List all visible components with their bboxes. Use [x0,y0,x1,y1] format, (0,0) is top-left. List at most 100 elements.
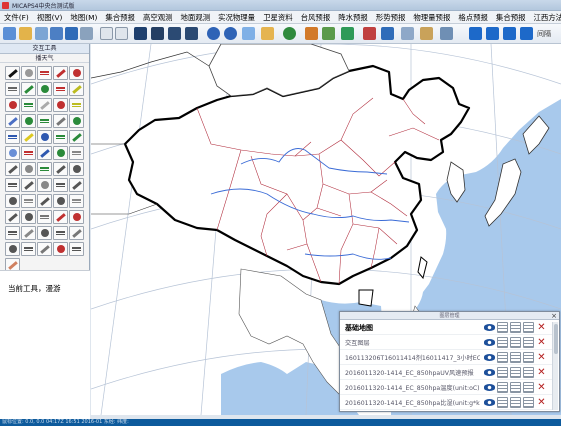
close-icon[interactable]: × [551,312,557,320]
tool-rect2-icon[interactable] [115,27,128,40]
draw-tool-27-icon[interactable] [21,146,36,160]
draw-tool-59-icon[interactable] [53,242,68,256]
menu-typhoon[interactable]: 台风预报 [297,11,335,23]
layer-sync-icon[interactable] [510,352,521,363]
draw-tool-42-icon[interactable] [21,194,36,208]
layer-row[interactable]: 基础地图 ✕ [340,321,552,335]
draw-tool-30-icon[interactable] [69,146,84,160]
draw-tool-15-icon[interactable] [69,98,84,112]
draw-tool-13-icon[interactable] [37,98,52,112]
draw-tool-39-icon[interactable] [53,178,68,192]
tool-table-icon[interactable] [381,27,394,40]
tool-window-icon[interactable] [401,27,414,40]
save-icon[interactable] [242,27,255,40]
layer-list-icon[interactable] [497,382,508,393]
menu-pattern[interactable]: 形势预报 [372,11,410,23]
interval-button[interactable]: 间隔 [537,29,551,39]
menu-map[interactable]: 地图(M) [66,11,101,23]
layer-delete-icon[interactable]: ✕ [536,382,547,393]
layer-eye-icon[interactable] [484,324,495,331]
tool-layers-icon[interactable] [35,27,48,40]
draw-tool-37-icon[interactable] [21,178,36,192]
tool-sync-icon[interactable] [50,27,63,40]
menu-jiangxi[interactable]: 江西方法 [530,11,561,23]
draw-tool-3-icon[interactable] [37,66,52,80]
menu-ensemble[interactable]: 集合预报 [101,11,139,23]
layer-eye-icon[interactable] [484,399,495,406]
layer-list-icon[interactable] [497,397,508,408]
arrow-left-icon[interactable] [503,27,516,40]
draw-tool-50-icon[interactable] [69,210,84,224]
draw-tool-28-icon[interactable] [37,146,52,160]
draw-tool-11-icon[interactable] [5,98,20,112]
layer-sync-icon[interactable] [510,397,521,408]
layer-eye-icon[interactable] [484,339,495,346]
layer-eye-icon[interactable] [484,369,495,376]
undo-icon[interactable] [207,27,220,40]
draw-tool-2-icon[interactable] [21,66,36,80]
draw-tool-31-icon[interactable] [5,162,20,176]
tool-map3-icon[interactable] [168,27,181,40]
draw-tool-25-icon[interactable] [69,130,84,144]
layer-sync-icon[interactable] [510,322,521,333]
draw-tool-8-icon[interactable] [37,82,52,96]
draw-tool-24-icon[interactable] [53,130,68,144]
tool-map4-icon[interactable] [185,27,198,40]
menu-satellite[interactable]: 卫星资料 [259,11,297,23]
draw-tool-45-icon[interactable] [69,194,84,208]
menu-precip[interactable]: 降水预报 [334,11,372,23]
draw-tool-14-icon[interactable] [53,98,68,112]
home-icon[interactable] [65,27,78,40]
tool-satellite-icon[interactable] [322,27,335,40]
tool-fit-icon[interactable] [440,27,453,40]
menu-physics-forecast[interactable]: 物理量预报 [409,11,454,23]
draw-tool-46-icon[interactable] [5,210,20,224]
layer-list-icon[interactable] [497,352,508,363]
folder-icon[interactable] [261,27,274,40]
layer-delete-icon[interactable]: ✕ [536,322,547,333]
layer-scrollbar[interactable] [552,322,558,410]
draw-tool-58-icon[interactable] [37,242,52,256]
scroll-thumb[interactable] [554,324,558,354]
draw-tool-53-icon[interactable] [37,226,52,240]
layer-eye-icon[interactable] [484,354,495,361]
draw-tool-18-icon[interactable] [37,114,52,128]
draw-tool-20-icon[interactable] [69,114,84,128]
layer-edit-icon[interactable] [523,382,534,393]
layer-delete-icon[interactable]: ✕ [536,367,547,378]
layer-list-icon[interactable] [497,322,508,333]
draw-tool-6-icon[interactable] [5,82,20,96]
draw-tool-22-icon[interactable] [21,130,36,144]
tool-stack-icon[interactable] [341,27,354,40]
layer-sync-icon[interactable] [510,367,521,378]
draw-tool-44-icon[interactable] [53,194,68,208]
layer-delete-icon[interactable]: ✕ [536,352,547,363]
layer-eye-icon[interactable] [484,384,495,391]
tool-open-icon[interactable] [19,27,32,40]
draw-tool-23-icon[interactable] [37,130,52,144]
layer-sync-icon[interactable] [510,337,521,348]
tool-pen-icon[interactable] [363,27,376,40]
draw-tool-47-icon[interactable] [21,210,36,224]
arrow-up-icon[interactable] [469,27,482,40]
draw-tool-32-icon[interactable] [21,162,36,176]
draw-tool-19-icon[interactable] [53,114,68,128]
draw-tool-4-icon[interactable] [53,66,68,80]
tool-map1-icon[interactable] [134,27,147,40]
layer-list-icon[interactable] [497,367,508,378]
menu-upper-air[interactable]: 高空观测 [139,11,177,23]
layer-row[interactable]: 2016011320-1414_EC_850hpa温度(unit:oC) ✕ [340,381,552,395]
earth-icon[interactable] [283,27,296,40]
tool-globe-icon[interactable] [3,27,16,40]
layer-row[interactable]: 2016011320-1414_EC_850hpa比湿(unit:g*k ✕ [340,396,552,410]
draw-tool-40-icon[interactable] [69,178,84,192]
draw-tool-36-icon[interactable] [5,178,20,192]
layer-row[interactable]: 交互图层 ✕ [340,336,552,350]
menu-view[interactable]: 视图(V) [33,11,67,23]
draw-tool-41-icon[interactable] [5,194,20,208]
tool-map2-icon[interactable] [151,27,164,40]
draw-tool-56-icon[interactable] [5,242,20,256]
tool-chart-icon[interactable] [305,27,318,40]
draw-tool-21-icon[interactable] [5,130,20,144]
layer-sync-icon[interactable] [510,382,521,393]
